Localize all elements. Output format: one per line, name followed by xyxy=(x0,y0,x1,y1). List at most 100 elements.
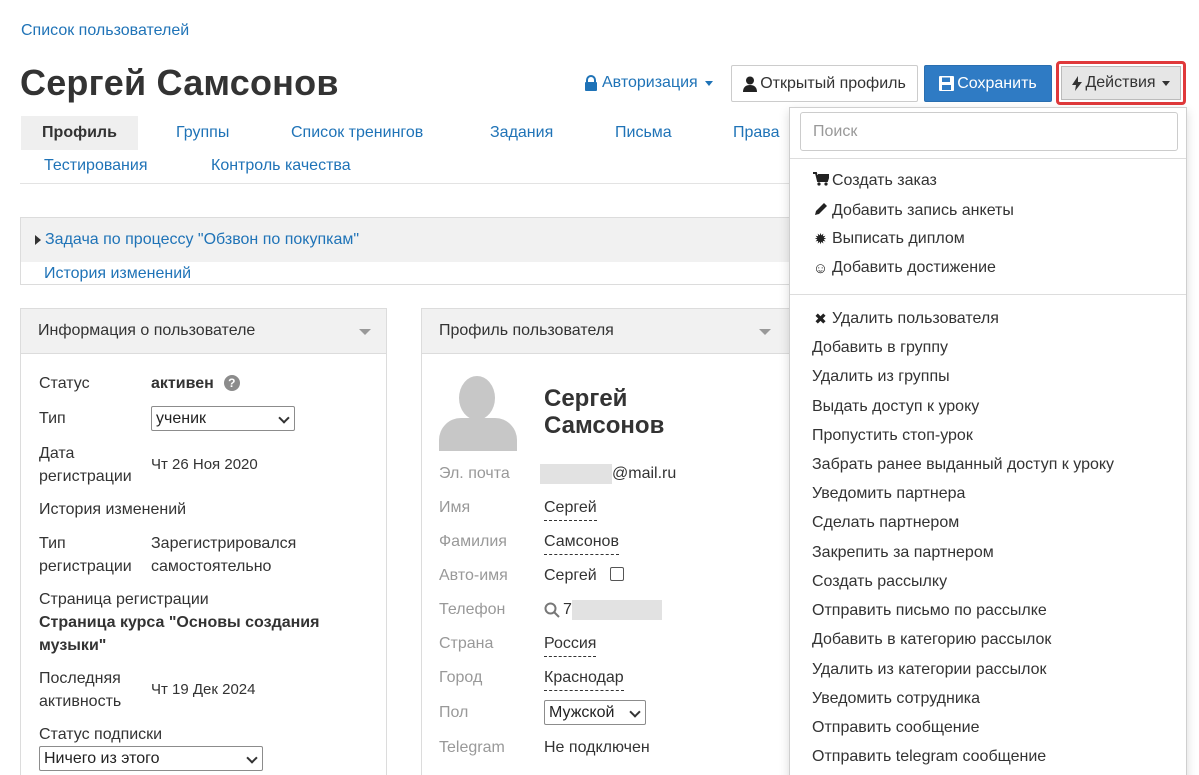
task-history-link[interactable]: История изменений xyxy=(44,265,191,283)
reg-page-link-line-1[interactable]: Страница курса "Основы создания xyxy=(39,611,319,634)
country-label: Страна xyxy=(439,635,494,652)
profile-name-line-1: Сергей xyxy=(544,385,628,412)
search-icon[interactable] xyxy=(544,602,560,618)
last-activity-label-2: активность xyxy=(39,693,122,710)
subscription-select[interactable]: Ничего из этого xyxy=(39,746,263,771)
lightning-icon xyxy=(1072,75,1083,91)
phone-value: 7 xyxy=(544,598,662,621)
user-info-panel-title: Информация о пользователе xyxy=(38,322,256,339)
profile-name-line-2: Самсонов xyxy=(544,412,665,439)
collapse-icon[interactable] xyxy=(359,329,371,335)
city-label: Город xyxy=(439,669,483,686)
tab-trainings[interactable]: Список тренингов xyxy=(291,124,423,142)
task-title-text: Задача по процессу "Обзвон по покупкам" xyxy=(45,231,360,248)
menu-item-send-telegram-message[interactable]: Отправить telegram сообщение xyxy=(812,748,1046,766)
user-history-link[interactable]: История изменений xyxy=(39,498,186,521)
chevron-down-icon xyxy=(629,706,641,718)
actions-dropdown-menu: Поиск Создать заказ Добавить запись анке… xyxy=(789,107,1187,775)
menu-item-remove-from-group[interactable]: Удалить из группы xyxy=(812,368,950,386)
collapse-icon[interactable] xyxy=(759,329,771,335)
menu-item-add-to-group[interactable]: Добавить в группу xyxy=(812,339,948,357)
reg-page-label: Страница регистрации xyxy=(39,591,209,608)
auto-name-value: Сергей xyxy=(544,567,597,584)
breadcrumb-users-list[interactable]: Список пользователей xyxy=(21,22,189,40)
authorization-dropdown[interactable]: Авторизация xyxy=(584,74,713,92)
auto-name-label: Авто-имя xyxy=(439,567,508,584)
gender-select[interactable]: Мужской xyxy=(544,700,646,725)
avatar xyxy=(437,376,519,451)
last-name-value[interactable]: Самсонов xyxy=(544,530,619,555)
reg-date-value: Чт 26 Ноя 2020 xyxy=(151,456,258,473)
help-icon[interactable]: ? xyxy=(223,375,240,391)
telegram-label: Telegram xyxy=(439,739,505,756)
user-info-panel-header: Информация о пользователе xyxy=(21,309,386,354)
menu-item-notify-employee[interactable]: Уведомить сотрудника xyxy=(812,690,980,708)
certificate-icon: ✹ xyxy=(814,231,827,248)
actions-highlight-frame: Действия xyxy=(1056,61,1186,105)
open-profile-button[interactable]: Открытый профиль xyxy=(731,65,918,102)
email-label: Эл. почта xyxy=(439,465,510,482)
redacted-block xyxy=(571,599,662,620)
actions-search-input[interactable]: Поиск xyxy=(800,112,1178,151)
reg-type-value-1: Зарегистрировался xyxy=(151,535,297,552)
reg-page-link-line-2[interactable]: музыки" xyxy=(39,634,106,657)
telegram-value: Не подключен xyxy=(544,739,650,756)
country-value[interactable]: Россия xyxy=(544,632,597,657)
cart-icon xyxy=(812,172,830,190)
menu-item-grant-lesson-access[interactable]: Выдать доступ к уроку xyxy=(812,398,979,416)
reg-type-label-1: Тип xyxy=(39,535,66,552)
chevron-down-icon xyxy=(278,412,290,424)
chevron-down-icon xyxy=(246,752,258,764)
menu-item-remove-from-mailing-category[interactable]: Удалить из категории рассылок xyxy=(812,661,1047,679)
menu-item-add-to-mailing-category[interactable]: Добавить в категорию рассылок xyxy=(812,631,1051,649)
menu-item-revoke-lesson-access[interactable]: Забрать ранее выданный доступ к уроку xyxy=(812,456,1114,474)
tab-profile[interactable]: Профиль xyxy=(21,116,138,150)
email-value: @mail.ru xyxy=(540,462,676,485)
user-profile-panel-header: Профиль пользователя xyxy=(422,309,795,354)
menu-item-delete-user[interactable]: ✖ Удалить пользователя xyxy=(812,310,999,328)
gender-label: Пол xyxy=(439,704,469,721)
tab-groups[interactable]: Группы xyxy=(176,124,229,142)
task-title-link[interactable]: Задача по процессу "Обзвон по покупкам" xyxy=(35,231,359,249)
tab-quality-control[interactable]: Контроль качества xyxy=(211,157,351,175)
menu-item-add-form-entry[interactable]: Добавить запись анкеты xyxy=(812,201,1014,221)
city-value[interactable]: Краснодар xyxy=(544,666,624,691)
tab-tasks[interactable]: Задания xyxy=(490,124,553,142)
status-value: активен? xyxy=(151,372,240,395)
auto-name-checkbox[interactable] xyxy=(610,567,624,581)
tab-testing[interactable]: Тестирования xyxy=(44,157,148,175)
authorization-label: Авторизация xyxy=(602,74,698,91)
last-activity-value[interactable]: Чт 19 Дек 2024 xyxy=(151,678,256,701)
reg-type-label-2: регистрации xyxy=(39,558,132,575)
menu-item-skip-stop-lesson[interactable]: Пропустить стоп-урок xyxy=(812,427,973,445)
save-button[interactable]: Сохранить xyxy=(924,65,1052,102)
menu-item-send-message[interactable]: Отправить сообщение xyxy=(812,719,979,737)
tab-letters[interactable]: Письма xyxy=(615,124,672,142)
menu-item-send-mailing-letter[interactable]: Отправить письмо по рассылке xyxy=(812,602,1047,620)
menu-item-add-achievement[interactable]: ☺ Добавить достижение xyxy=(812,259,996,277)
menu-item-notify-partner[interactable]: Уведомить партнера xyxy=(812,485,965,503)
menu-item-assign-to-partner[interactable]: Закрепить за партнером xyxy=(812,544,994,562)
lock-icon xyxy=(585,75,597,91)
menu-item-create-mailing[interactable]: Создать рассылку xyxy=(812,573,947,591)
first-name-label: Имя xyxy=(439,499,471,516)
actions-label: Действия xyxy=(1085,74,1156,91)
user-profile-panel-title: Профиль пользователя xyxy=(439,322,614,339)
phone-label: Телефон xyxy=(439,601,506,618)
last-name-label: Фамилия xyxy=(439,533,507,550)
pencil-icon xyxy=(812,201,829,221)
floppy-disk-icon xyxy=(939,76,955,91)
remove-icon: ✖ xyxy=(814,311,827,328)
open-profile-label: Открытый профиль xyxy=(760,74,906,92)
menu-item-make-partner[interactable]: Сделать партнером xyxy=(812,514,959,532)
tab-rights[interactable]: Права xyxy=(733,124,780,142)
reg-date-label-2: регистрации xyxy=(39,468,132,485)
menu-item-create-order[interactable]: Создать заказ xyxy=(812,172,937,190)
menu-divider xyxy=(790,294,1186,295)
type-select[interactable]: ученик xyxy=(151,406,295,431)
actions-button[interactable]: Действия xyxy=(1061,66,1181,100)
subscription-label: Статус подписки xyxy=(39,726,163,743)
first-name-value[interactable]: Сергей xyxy=(544,496,597,521)
menu-item-issue-diploma[interactable]: ✹ Выписать диплом xyxy=(812,230,965,248)
reg-date-label-1: Дата xyxy=(39,445,75,462)
